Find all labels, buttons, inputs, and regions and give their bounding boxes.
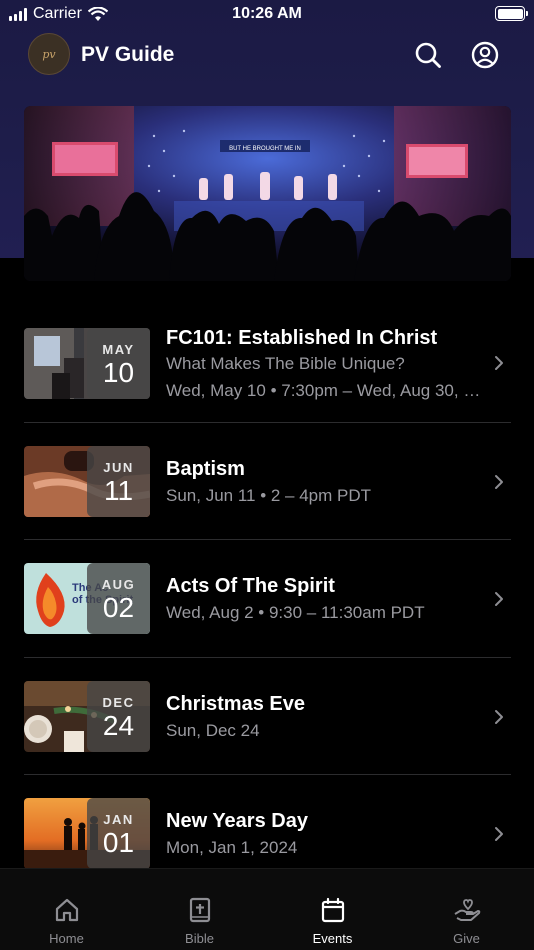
- tab-events[interactable]: Events: [266, 869, 399, 950]
- badge-month: MAY: [102, 342, 135, 357]
- account-icon: [471, 41, 499, 69]
- event-row[interactable]: MAY 10 FC101: Established In Christ What…: [0, 305, 534, 423]
- badge-day: 11: [103, 474, 134, 506]
- bible-icon: [189, 897, 210, 923]
- event-subtitle: What Makes The Bible Unique?: [166, 354, 405, 373]
- event-title: Christmas Eve: [166, 692, 305, 715]
- event-datetime: Sun, Jun 11 • 2 – 4pm PDT: [166, 485, 372, 505]
- status-bar: Carrier 10:26 AM: [0, 0, 534, 28]
- calendar-icon: [321, 897, 344, 923]
- event-title: Baptism: [166, 457, 245, 480]
- event-thumbnail: MAY 10: [24, 328, 150, 399]
- church-logo[interactable]: pv: [28, 33, 70, 75]
- event-datetime: Wed, Aug 2 • 9:30 – 11:30am PDT: [166, 603, 425, 622]
- event-thumbnail: The Ac of the Spirit AUG 02: [24, 563, 150, 634]
- event-title: Acts Of The Spirit: [166, 575, 335, 597]
- status-time: 10:26 AM: [232, 5, 302, 22]
- badge-day: 01: [102, 827, 135, 858]
- badge-day: 24: [102, 709, 135, 741]
- date-badge: DEC 24: [87, 680, 150, 752]
- tab-bible[interactable]: Bible: [133, 869, 266, 950]
- event-title: FC101: Established In Christ: [166, 327, 438, 349]
- events-list: MAY 10 FC101: Established In Christ What…: [0, 305, 534, 893]
- event-thumbnail: JAN 01: [24, 798, 150, 869]
- battery-icon: [495, 6, 528, 21]
- chevron-right-icon: [495, 474, 503, 489]
- tab-label: Give: [453, 931, 480, 946]
- event-row[interactable]: DEC 24 Christmas Eve Sun, Dec 24: [0, 658, 534, 775]
- featured-image[interactable]: BUT HE BROUGHT ME IN: [24, 106, 511, 281]
- app-title: PV Guide: [81, 43, 175, 66]
- app-header: pv PV Guide: [0, 33, 534, 77]
- badge-month: DEC: [102, 694, 135, 710]
- date-badge: AUG 02: [87, 563, 150, 634]
- badge-month: AUG: [101, 577, 136, 592]
- badge-day: 02: [102, 592, 135, 623]
- tab-bar: Home Bible Events Give: [0, 868, 534, 950]
- event-datetime: Wed, May 10 • 7:30pm – Wed, Aug 30, 9pm …: [166, 381, 486, 400]
- event-row[interactable]: The Ac of the Spirit AUG 02 Acts Of The …: [0, 540, 534, 658]
- tab-label: Bible: [185, 931, 214, 946]
- chevron-right-icon: [495, 356, 503, 370]
- home-icon: [55, 898, 78, 922]
- date-badge: JUN 11: [87, 445, 150, 517]
- give-icon: [453, 899, 480, 921]
- chevron-right-icon: [495, 592, 503, 606]
- tab-label: Events: [312, 931, 353, 946]
- stage-banner-text: BUT HE BROUGHT ME IN: [229, 146, 301, 152]
- chevron-right-icon: [495, 709, 503, 724]
- tab-home[interactable]: Home: [0, 869, 133, 950]
- badge-month: JUN: [103, 459, 134, 475]
- worship-stage-image: BUT HE BROUGHT ME IN: [24, 106, 511, 281]
- event-row[interactable]: JUN 11 Baptism Sun, Jun 11 • 2 – 4pm PDT: [0, 423, 534, 540]
- profile-button[interactable]: [469, 39, 501, 71]
- event-datetime: Sun, Dec 24: [166, 720, 260, 740]
- tab-give[interactable]: Give: [400, 869, 533, 950]
- chevron-right-icon: [495, 827, 503, 841]
- search-button[interactable]: [412, 39, 444, 71]
- tab-label: Home: [49, 931, 84, 946]
- date-badge: MAY 10: [87, 328, 150, 399]
- badge-day: 10: [102, 357, 135, 388]
- event-thumbnail: JUN 11: [24, 445, 150, 517]
- date-badge: JAN 01: [87, 798, 150, 869]
- event-datetime: Mon, Jan 1, 2024: [166, 838, 298, 857]
- badge-month: JAN: [103, 812, 134, 827]
- event-thumbnail: DEC 24: [24, 680, 150, 752]
- event-title: New Years Day: [166, 810, 308, 832]
- search-icon: [415, 42, 441, 68]
